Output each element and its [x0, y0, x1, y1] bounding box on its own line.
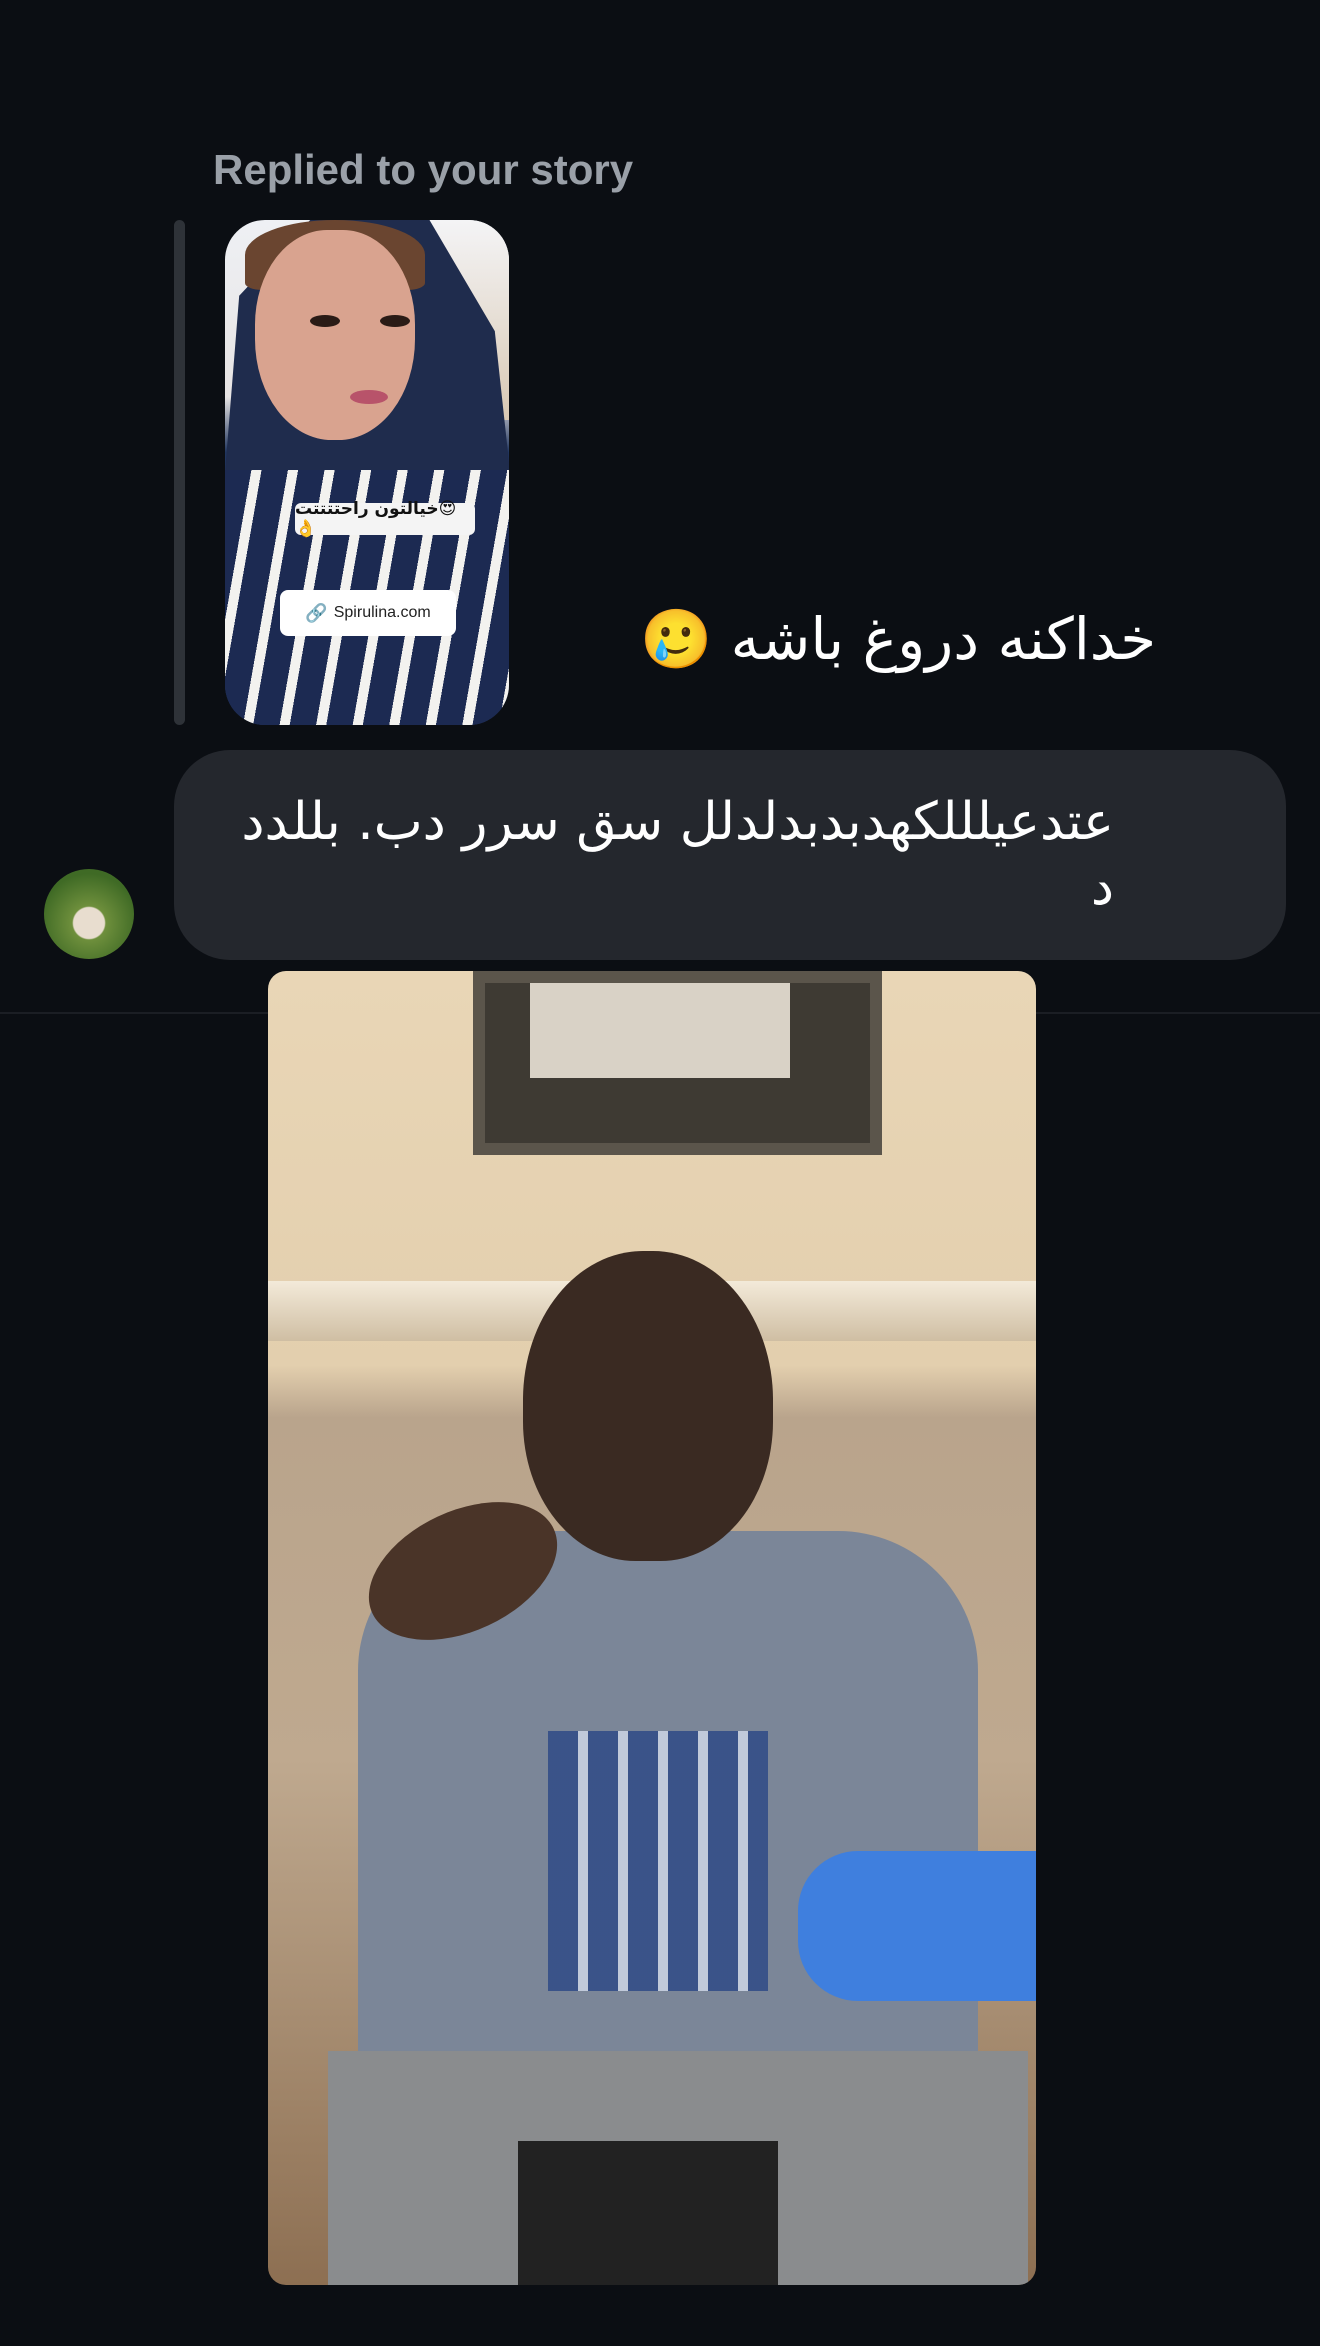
- eye-right: [380, 315, 410, 327]
- meme-media[interactable]: [268, 971, 1036, 2285]
- frame-picture: [530, 983, 790, 1078]
- story-link-sticker[interactable]: 🔗 Spirulina.com: [280, 590, 456, 636]
- story-reply-text: خداکنه دروغ باشه 🥲: [640, 605, 1157, 673]
- kid-sleeve: [798, 1851, 1036, 2001]
- story-thumbnail[interactable]: خیالتون راحتتتتت😍👌 🔗 Spirulina.com: [225, 220, 509, 725]
- replied-to-story-label: Replied to your story: [213, 146, 634, 193]
- reply-quote-bar: [174, 220, 185, 725]
- lips: [350, 390, 388, 404]
- wall-picture-frame: [473, 971, 882, 1155]
- story-person-face: [255, 230, 415, 440]
- kid-shirt-print: [548, 1731, 768, 1991]
- link-icon: 🔗: [305, 602, 328, 623]
- sender-avatar[interactable]: [44, 869, 134, 959]
- message-text: عتدعیلللکهدبدبدلدلل سق سرر دب. بللدد د: [241, 792, 1114, 917]
- kid-pants-dark: [518, 2141, 778, 2285]
- kid-head: [523, 1251, 773, 1561]
- eye-left: [310, 315, 340, 327]
- story-text-sticker: خیالتون راحتتتتت😍👌: [295, 499, 475, 539]
- story-link-label: Spirulina.com: [333, 604, 431, 621]
